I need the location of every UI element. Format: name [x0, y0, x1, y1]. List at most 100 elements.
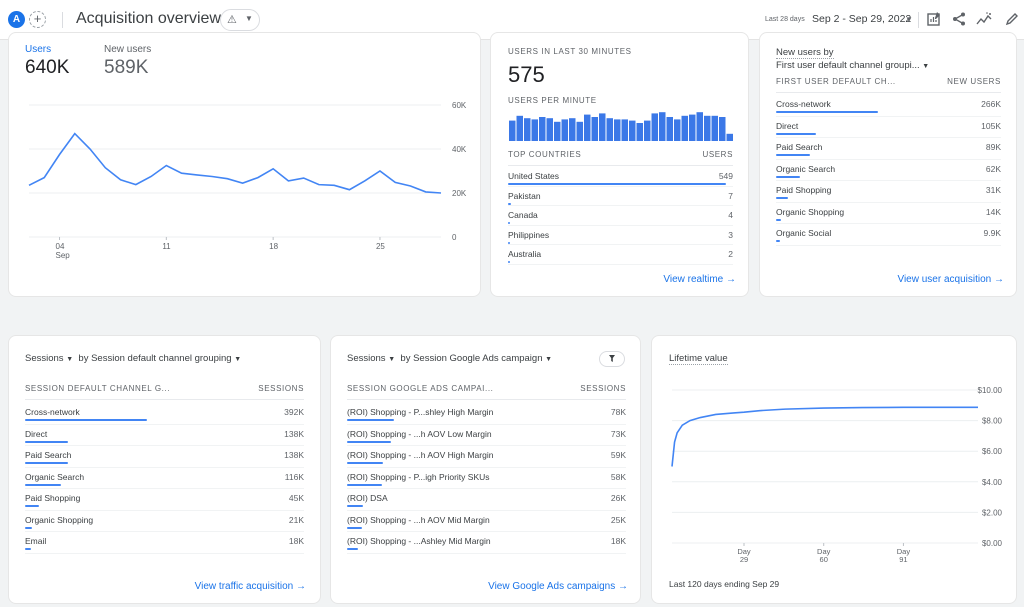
add-comparison-button[interactable]: + — [29, 11, 46, 28]
table-row[interactable]: United States 549 — [508, 167, 733, 187]
row-proportion-bar — [25, 505, 40, 507]
link-label: View traffic acquisition — [194, 581, 294, 592]
column-header-dimension: FIRST USER DEFAULT CH... — [776, 77, 896, 86]
users-per-minute-bar — [599, 113, 606, 141]
view-realtime-link[interactable]: View realtime → — [663, 274, 736, 285]
y-tick-label: 0 — [452, 233, 457, 242]
arrow-right-icon: → — [994, 274, 1004, 285]
header-divider — [62, 12, 63, 28]
row-proportion-bar — [776, 154, 811, 156]
row-proportion-bar — [776, 111, 878, 113]
table-row[interactable]: Australia 2 — [508, 245, 733, 265]
ltv-footer: Last 120 days ending Sep 29 — [669, 579, 780, 589]
column-header-metric: SESSIONS — [258, 384, 304, 393]
table-row[interactable]: Organic Search 62K — [776, 160, 1001, 181]
row-label: (ROI) Shopping - ...Ashley Mid Margin — [347, 536, 491, 546]
row-label: (ROI) Shopping - P...igh Priority SKUs — [347, 471, 490, 482]
row-label: (ROI) Shopping - ...h AOV Low Margin — [347, 428, 492, 439]
row-value: 14K — [985, 206, 1001, 217]
date-range-picker[interactable]: Sep 2 - Sep 29, 2022 — [812, 13, 911, 25]
row-value: 45K — [288, 493, 304, 503]
row-value: 73K — [610, 428, 626, 439]
row-label: Organic Search — [776, 163, 836, 174]
users-per-minute-bar — [711, 115, 718, 141]
column-header-metric: SESSIONS — [580, 384, 626, 393]
arrow-right-icon: → — [726, 274, 736, 285]
view-traffic-acquisition-link[interactable]: View traffic acquisition → — [195, 581, 306, 592]
row-value: 62K — [985, 163, 1001, 174]
table-row[interactable]: (ROI) Shopping - ...Ashley Mid Margin 18K — [347, 532, 626, 554]
insights-icon[interactable] — [976, 11, 993, 28]
users-per-minute-bar — [569, 118, 576, 141]
table-row[interactable]: (ROI) Shopping - ...h AOV Mid Margin 25K — [347, 511, 626, 532]
table-row[interactable]: Paid Search 89K — [776, 138, 1001, 160]
table-row[interactable]: Paid Search 138K — [25, 446, 304, 468]
row-label: Paid Shopping — [25, 493, 81, 503]
table-row[interactable]: Organic Search 116K — [25, 468, 304, 489]
dimension-selector[interactable]: First user default channel groupi... ▼ — [776, 60, 929, 71]
table-row[interactable]: Direct 138K — [25, 425, 304, 446]
account-avatar[interactable]: A — [8, 11, 25, 28]
table-row[interactable]: Direct 105K — [776, 117, 1001, 138]
row-proportion-bar — [347, 483, 382, 486]
row-label: Email — [25, 536, 47, 546]
table-row[interactable]: (ROI) Shopping - ...h AOV Low Margin 73K — [347, 425, 626, 446]
chevron-down-icon[interactable]: ▼ — [905, 15, 913, 24]
row-value: 25K — [610, 514, 626, 525]
table-row[interactable]: Email 18K — [25, 532, 304, 554]
table-row[interactable]: Cross-network 392K — [25, 403, 304, 425]
table-row[interactable]: (ROI) Shopping - ...h AOV High Margin 59K — [347, 446, 626, 468]
sessions-by-channel-card: Sessions ▼ by Session default channel gr… — [8, 335, 321, 604]
warning-icon: ⚠ — [227, 14, 237, 26]
row-label: Philippines — [508, 229, 550, 240]
users-per-minute-bar — [726, 133, 733, 141]
row-proportion-bar — [776, 175, 800, 178]
table-row[interactable]: Cross-network 266K — [776, 95, 1001, 117]
users-per-minute-bar — [516, 115, 523, 141]
table-row[interactable]: Paid Shopping 31K — [776, 181, 1001, 203]
customize-report-icon[interactable] — [926, 11, 943, 28]
table-header: FIRST USER DEFAULT CH... NEW USERS — [776, 77, 1001, 93]
table-row[interactable]: Organic Shopping 14K — [776, 203, 1001, 224]
table-row[interactable]: (ROI) DSA 26K — [347, 489, 626, 511]
row-value: 138K — [284, 450, 304, 460]
row-value: 3 — [728, 229, 733, 240]
column-header-dimension: SESSION GOOGLE ADS CAMPAI... — [347, 384, 494, 393]
row-label: Australia — [508, 249, 542, 259]
metric-selector[interactable]: Sessions ▼ — [25, 353, 73, 364]
share-icon[interactable] — [951, 11, 968, 28]
view-google-ads-campaigns-link[interactable]: View Google Ads campaigns → — [488, 581, 628, 592]
filter-button[interactable] — [599, 351, 625, 367]
table-row[interactable]: Philippines 3 — [508, 226, 733, 245]
table-row[interactable]: (ROI) Shopping - P...shley High Margin 78… — [347, 403, 626, 425]
edit-icon[interactable] — [1005, 11, 1022, 28]
y-tick-label: 60K — [452, 101, 467, 110]
link-label: View Google Ads campaigns — [488, 581, 616, 592]
row-value: 7 — [728, 190, 733, 201]
users-per-minute-bar — [644, 120, 651, 141]
users-per-minute-bar — [704, 115, 711, 141]
users-per-minute-bar — [509, 120, 516, 141]
users-per-minute-bar — [554, 121, 561, 141]
date-range-label: Last 28 days — [765, 16, 805, 23]
row-proportion-bar — [25, 440, 68, 443]
table-row[interactable]: Pakistan 7 — [508, 187, 733, 206]
lifetime-value-card: Lifetime value $0.00 $2.00 $4.00 $6.00 $8.00… — [651, 335, 1017, 604]
dimension-selector[interactable]: by Session default channel grouping ▼ — [78, 353, 241, 364]
table-row[interactable]: Organic Shopping 21K — [25, 511, 304, 532]
row-label: Canada — [508, 210, 538, 220]
dimension-selector[interactable]: by Session Google Ads campaign ▼ — [400, 353, 552, 364]
view-user-acquisition-link[interactable]: View user acquisition → — [897, 274, 1004, 285]
row-proportion-bar — [25, 419, 147, 421]
row-label: Direct — [25, 428, 48, 439]
table-row[interactable]: Paid Shopping 45K — [25, 489, 304, 511]
table-row[interactable]: Organic Social 9.9K — [776, 224, 1001, 246]
row-proportion-bar — [508, 222, 510, 224]
table-row[interactable]: Canada 4 — [508, 206, 733, 226]
table-row[interactable]: (ROI) Shopping - P...igh Priority SKUs 58… — [347, 468, 626, 489]
chevron-down-icon: ▼ — [922, 63, 930, 70]
row-label: Organic Social — [776, 228, 832, 238]
metric-selector[interactable]: Sessions ▼ — [347, 353, 395, 364]
data-quality-chip[interactable]: ⚠ ▼ — [220, 9, 260, 31]
chevron-down-icon: ▼ — [234, 356, 242, 363]
